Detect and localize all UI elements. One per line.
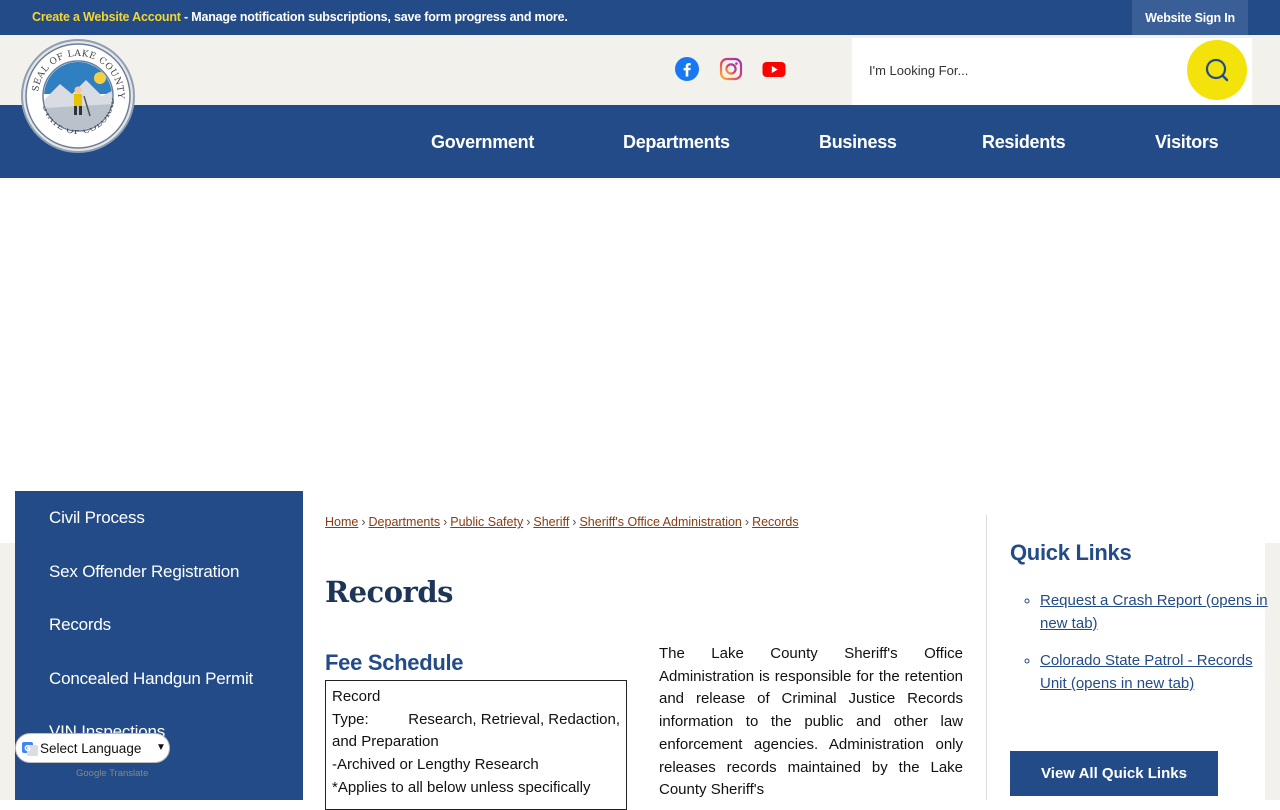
breadcrumb-separator: › — [443, 515, 448, 529]
account-banner-text: - Manage notification subscriptions, sav… — [180, 10, 568, 24]
fee-table-line: and Preparation — [332, 733, 439, 751]
view-all-quick-links-button[interactable]: View All Quick Links — [1010, 751, 1218, 796]
nav-government[interactable]: Government — [431, 132, 534, 153]
fee-table-line: Record — [332, 688, 381, 705]
quick-links-heading: Quick Links — [1010, 540, 1132, 565]
quick-links-list: Request a Crash Report (opens in new tab… — [1010, 590, 1280, 711]
breadcrumb-departments[interactable]: Departments — [369, 515, 441, 529]
account-banner: Create a Website Account - Manage notifi… — [32, 10, 568, 24]
quick-link-crash-report[interactable]: Request a Crash Report (opens in new tab… — [1040, 592, 1268, 632]
sidebar-item-records[interactable]: Records — [49, 615, 111, 635]
svg-text:G: G — [24, 744, 31, 753]
breadcrumb-sheriffs-office-administration[interactable]: Sheriff's Office Administration — [579, 515, 741, 529]
quick-link-state-patrol-records[interactable]: Colorado State Patrol - Records Unit (op… — [1040, 652, 1253, 692]
powered-by-google: Google Translate — [76, 768, 149, 779]
search-button[interactable] — [1187, 40, 1247, 100]
google-translate-icon: G — [22, 742, 38, 756]
fee-table-type-label: Type: — [332, 710, 369, 728]
instagram-icon[interactable] — [719, 57, 743, 81]
breadcrumb-separator: › — [572, 515, 577, 529]
fee-table-line: -Archived or Lengthy Research — [332, 756, 539, 774]
breadcrumb-sheriff[interactable]: Sheriff — [533, 515, 569, 529]
nav-visitors[interactable]: Visitors — [1155, 132, 1219, 153]
nav-departments[interactable]: Departments — [623, 132, 730, 153]
breadcrumb-separator: › — [361, 515, 366, 529]
youtube-icon[interactable] — [762, 57, 786, 81]
language-select-label: Select Language — [40, 741, 142, 756]
sidebar-item-concealed-handgun-permit[interactable]: Concealed Handgun Permit — [49, 669, 253, 689]
breadcrumb-separator: › — [526, 515, 531, 529]
fee-schedule-heading: Fee Schedule — [325, 650, 464, 675]
records-description: The Lake County Sheriff's Office Adminis… — [659, 645, 963, 799]
top-utility-bar: Create a Website Account - Manage notifi… — [0, 0, 1280, 35]
breadcrumb: Home › Departments › Public Safety › Sheriff › S… — [325, 515, 799, 529]
county-seal-logo[interactable]: SEAL OF LAKE COUNTY STATE OF COLORADO — [20, 38, 136, 154]
breadcrumb-separator: › — [744, 515, 750, 529]
breadcrumb-public-safety[interactable]: Public Safety — [450, 515, 523, 529]
language-select[interactable]: G Select Language ▼ — [15, 733, 170, 763]
column-divider — [986, 515, 987, 800]
search-icon — [1205, 58, 1229, 82]
quick-link-item: Colorado State Patrol - Records Unit (op… — [1040, 650, 1280, 695]
breadcrumb-records[interactable]: Records — [752, 515, 799, 529]
quick-link-item: Request a Crash Report (opens in new tab… — [1040, 590, 1280, 635]
sidebar-item-civil-process[interactable]: Civil Process — [49, 508, 145, 528]
breadcrumb-home[interactable]: Home — [325, 515, 358, 529]
nav-residents[interactable]: Residents — [982, 132, 1066, 153]
fee-table-type-value: Research, Retrieval, Redaction, — [408, 710, 620, 728]
fee-table-type-row: Type: Research, Retrieval, Redaction, — [332, 709, 620, 732]
fee-table-line: *Applies to all below unless specificall… — [332, 778, 591, 796]
nav-business[interactable]: Business — [819, 132, 897, 153]
facebook-icon[interactable] — [675, 57, 699, 81]
main-navigation: Government Departments Business Resident… — [0, 105, 1280, 178]
sidebar-item-sex-offender-registration[interactable]: Sex Offender Registration — [49, 562, 239, 582]
chevron-down-icon: ▼ — [156, 742, 166, 753]
create-account-link[interactable]: Create a Website Account — [32, 10, 181, 24]
page-title: Records — [325, 575, 453, 609]
search-placeholder: I'm Looking For... — [869, 63, 969, 78]
website-sign-in-button[interactable]: Website Sign In — [1132, 0, 1248, 35]
fee-schedule-table: Record Type: Research, Retrieval, Redacti… — [325, 680, 627, 810]
